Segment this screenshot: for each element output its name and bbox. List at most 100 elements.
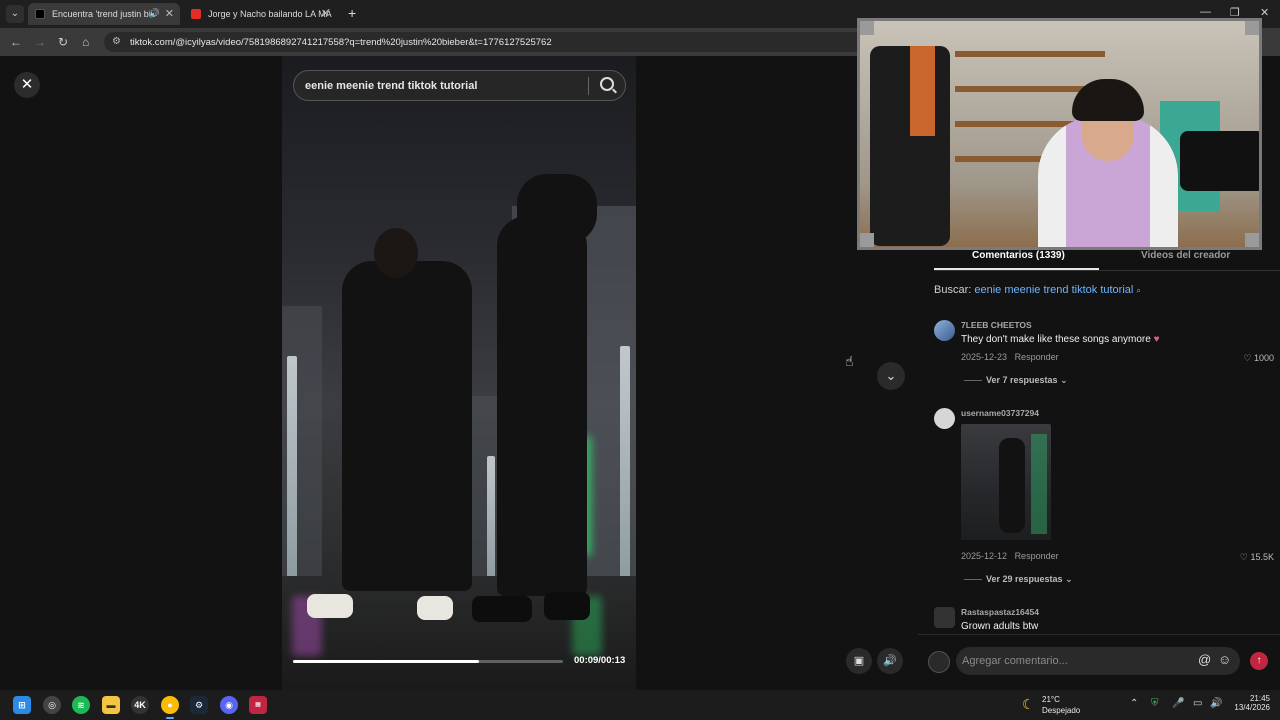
youtube-icon (191, 9, 201, 19)
tab-active-indicator (934, 268, 1099, 270)
network-icon[interactable]: ▭ (1193, 698, 1202, 709)
progress-fill (293, 660, 480, 663)
tab-title: Jorge y Nacho bailando LA MÁ (208, 9, 332, 19)
chrome-icon[interactable]: ● (161, 696, 179, 714)
close-video-button[interactable]: ✕ (14, 72, 40, 98)
comment-text: They don't make like these songs anymore… (961, 334, 1160, 345)
pip-icon[interactable]: ▣ (846, 648, 872, 674)
discord-icon[interactable]: ◉ (220, 696, 238, 714)
volume-tray-icon[interactable]: 🔊 (1210, 698, 1222, 709)
minimize-icon[interactable]: — (1200, 6, 1211, 18)
weather-status: Despejado (1042, 706, 1081, 715)
show-hidden-icons-icon[interactable]: ⌃ (1130, 698, 1138, 709)
tab-search-menu-button[interactable]: ⌄ (6, 5, 24, 23)
chrome-alt-icon[interactable]: ◎ (43, 696, 61, 714)
comment-username[interactable]: Rastaspastaz16454 (961, 607, 1039, 617)
4k-app-icon[interactable]: 4K (131, 696, 149, 714)
view-replies-button[interactable]: Ver 29 respuestas ⌄ (964, 574, 1073, 585)
frame-corner (1245, 233, 1259, 247)
heart-icon: ♡ (1239, 552, 1248, 562)
tiktok-icon (35, 9, 45, 19)
microphone-icon[interactable]: 🎤 (1172, 698, 1184, 709)
spotify-icon[interactable]: ≋ (72, 696, 90, 714)
temperature: 21°C (1042, 695, 1060, 704)
file-explorer-icon[interactable]: ▬ (102, 696, 120, 714)
video-time: 00:09/00:13 (574, 655, 626, 666)
moon-icon: ☾ (1022, 696, 1035, 712)
video-player[interactable]: eenie meenie trend tiktok tutorial 00:09… (282, 56, 636, 690)
search-suggestion-label: Buscar: (934, 284, 972, 296)
like-button[interactable]: ♡ 1000 (1243, 353, 1274, 364)
divider (964, 579, 982, 581)
search-suggestion-query[interactable]: eenie meenie trend tiktok tutorial (974, 284, 1133, 296)
avatar[interactable] (934, 320, 955, 341)
avatar[interactable] (934, 408, 955, 429)
shoe (417, 596, 453, 620)
back-icon[interactable]: ← (10, 35, 22, 49)
comment-item: username03737294 2025-12-12 Responder ♡ … (934, 408, 1276, 598)
dancer-right-arms (517, 174, 597, 244)
avatar[interactable] (934, 607, 955, 628)
clock-time: 21:45 (1249, 694, 1270, 703)
close-tab-icon[interactable]: ✕ (321, 7, 330, 20)
frame-corner (1245, 21, 1259, 35)
divider (964, 380, 982, 382)
active-indicator (166, 717, 174, 719)
clock[interactable]: 21:45 13/4/2026 (1226, 694, 1270, 712)
comment-meta: 2025-12-23 Responder (961, 352, 1059, 362)
tab-tiktok[interactable]: Encuentra 'trend justin bie 🔊 ✕ (28, 3, 180, 25)
app-icon[interactable]: ▦ (249, 696, 267, 714)
speaker-icon[interactable]: 🔊 (149, 8, 160, 19)
new-tab-button[interactable]: + (348, 5, 356, 21)
close-tab-icon[interactable]: ✕ (165, 7, 174, 20)
like-button[interactable]: ♡ 15.5K (1240, 552, 1274, 563)
comment-text-content: They don't make like these songs anymore (961, 334, 1151, 345)
frame-corner (860, 21, 874, 35)
search-icon: ⌕ (1136, 286, 1141, 295)
chevron-down-icon: ⌄ (1065, 574, 1073, 584)
dancer-left-head (374, 228, 418, 278)
search-text: eenie meenie trend tiktok tutorial (305, 80, 478, 92)
shoe (307, 594, 353, 618)
tab-youtube[interactable]: Jorge y Nacho bailando LA MÁ ✕ (184, 3, 336, 25)
url-text: tiktok.com/@icyilyas/video/7581986892741… (130, 37, 552, 48)
video-search-bar[interactable]: eenie meenie trend tiktok tutorial (293, 70, 626, 101)
site-info-icon[interactable]: ⚙ (112, 36, 121, 47)
tiktok-page: ✕ eenie meenie trend tiktok tutorial 00:… (0, 18, 1280, 690)
emoji-icon[interactable]: ☺ (1218, 652, 1231, 667)
comment-date: 2025-12-12 (961, 551, 1008, 561)
search-icon[interactable] (600, 77, 614, 91)
comment-username[interactable]: 7LEEB CHEETOS (961, 320, 1032, 330)
volume-icon[interactable]: 🔊 (877, 648, 903, 674)
reply-button[interactable]: Responder (1015, 352, 1059, 362)
tab-divider (934, 270, 1280, 271)
send-button[interactable]: ↑ (1250, 652, 1268, 670)
steam-icon[interactable]: ⚙ (190, 696, 208, 714)
tab-comments[interactable]: Comentarios (1339) (972, 250, 1065, 261)
home-icon[interactable]: ⌂ (82, 35, 89, 49)
security-icon[interactable]: ⛨ (1151, 698, 1159, 709)
reply-button[interactable]: Responder (1015, 551, 1059, 561)
pillar (287, 356, 297, 586)
heart-icon: ♡ (1243, 353, 1252, 363)
chevron-down-icon: ⌄ (1060, 375, 1068, 385)
image-light (1031, 434, 1047, 534)
comment-image[interactable] (961, 424, 1051, 540)
tab-creator-videos[interactable]: Videos del creador (1141, 250, 1230, 261)
reload-icon[interactable]: ↻ (58, 35, 68, 49)
pillar (620, 346, 630, 586)
view-replies-button[interactable]: Ver 7 respuestas ⌄ (964, 375, 1068, 386)
mention-icon[interactable]: @ (1198, 652, 1211, 667)
like-count: 15.5K (1250, 552, 1274, 562)
comment-username[interactable]: username03737294 (961, 408, 1039, 418)
screen: ⌄ Encuentra 'trend justin bie 🔊 ✕ Jorge … (0, 0, 1280, 720)
comment-item: 7LEEB CHEETOS They don't make like these… (934, 320, 1276, 390)
next-video-chevron-icon[interactable]: ⌄ (877, 362, 905, 390)
forward-icon[interactable]: → (34, 35, 46, 49)
microphone (1180, 131, 1259, 191)
search-suggestion[interactable]: Buscar: eenie meenie trend tiktok tutori… (934, 284, 1141, 296)
windows-start-icon[interactable]: ⊞ (13, 696, 31, 714)
like-count: 1000 (1253, 353, 1274, 363)
comment-meta: 2025-12-12 Responder (961, 551, 1059, 561)
progress-bar[interactable] (293, 660, 563, 663)
